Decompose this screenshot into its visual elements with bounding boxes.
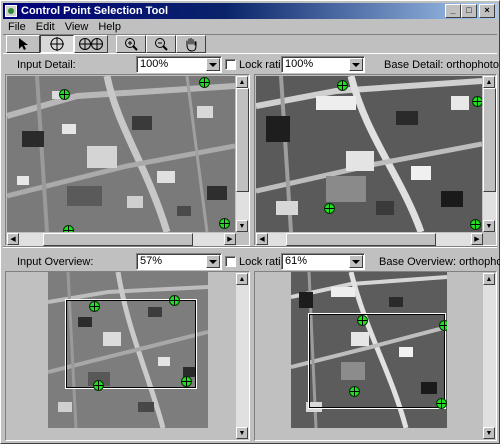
base-overview-label: Base Overview: orthophoto (379, 256, 500, 268)
detail-region-rectangle[interactable] (308, 313, 446, 409)
scroll-left-button[interactable]: ◀ (256, 233, 268, 245)
scroll-up-button[interactable]: ▲ (236, 76, 248, 88)
scrollbar-thumb[interactable] (236, 88, 249, 192)
scroll-right-button[interactable]: ▶ (471, 233, 483, 245)
control-point-marker[interactable] (59, 89, 70, 100)
input-detail-zoom-value: 100% (140, 58, 169, 70)
input-overview-label: Input Overview: (17, 256, 94, 268)
close-button[interactable]: × (479, 4, 495, 18)
overview-lock-ratio-checkbox[interactable] (225, 256, 236, 267)
control-point-marker[interactable] (472, 96, 482, 107)
menu-file[interactable]: File (3, 21, 31, 33)
input-detail-label: Input Detail: (17, 59, 76, 71)
input-detail-panel: ▲ ▼ ◀ ▶ (5, 74, 250, 246)
horizontal-scrollbar[interactable]: ◀ ▶ (7, 233, 236, 246)
control-point-marker[interactable] (349, 386, 360, 397)
scroll-down-button[interactable]: ▼ (483, 220, 495, 232)
zoom-out-icon (155, 38, 168, 51)
control-point-marker[interactable] (181, 376, 192, 387)
control-point-marker[interactable] (324, 203, 335, 214)
chevron-down-icon[interactable] (206, 255, 220, 268)
base-overview-image[interactable] (291, 272, 447, 428)
chevron-down-icon[interactable] (349, 58, 363, 71)
base-detail-panel: ▲ ▼ ◀ ▶ (254, 74, 497, 246)
control-point-marker[interactable] (337, 80, 348, 91)
orthophoto-image (256, 76, 482, 232)
select-pointer-tool[interactable] (6, 35, 40, 53)
scrollbar-thumb[interactable] (43, 233, 193, 246)
input-overview-panel: ▲ ▼ (5, 271, 250, 441)
zoom-out-tool[interactable] (146, 35, 176, 53)
scroll-left-button[interactable]: ◀ (7, 233, 19, 245)
base-overview-zoom-select[interactable]: 61% (281, 253, 365, 270)
overview-lock-ratio-label: Lock ratio (239, 256, 287, 268)
detail-lock-ratio-label: Lock ratio (239, 59, 287, 71)
menu-bar: File Edit View Help (3, 19, 126, 35)
control-point-marker[interactable] (199, 77, 210, 88)
input-overview-image[interactable] (48, 272, 208, 428)
menu-help[interactable]: Help (93, 21, 126, 33)
control-point-marker[interactable] (63, 225, 74, 232)
control-point-marker[interactable] (93, 380, 104, 391)
input-detail-zoom-select[interactable]: 100% (136, 56, 222, 73)
minimize-button[interactable]: _ (445, 4, 461, 18)
menu-view[interactable]: View (60, 21, 94, 33)
scroll-up-button[interactable]: ▲ (483, 76, 495, 88)
base-detail-zoom-value: 100% (285, 58, 314, 70)
double-crosshair-icon (79, 38, 103, 50)
control-point-marker[interactable] (219, 218, 230, 229)
pointer-icon (19, 38, 28, 50)
scroll-right-button[interactable]: ▶ (224, 233, 236, 245)
input-detail-image[interactable] (7, 76, 235, 232)
scrollbar-thumb[interactable] (483, 88, 496, 192)
control-point-marker[interactable] (436, 398, 447, 409)
aerial-photo-image (7, 76, 235, 232)
add-pair-tool[interactable] (74, 35, 108, 53)
menu-edit[interactable]: Edit (31, 21, 60, 33)
window-title: Control Point Selection Tool (21, 5, 169, 17)
scroll-down-button[interactable]: ▼ (236, 427, 248, 439)
maximize-button[interactable]: □ (461, 4, 477, 18)
base-detail-label: Base Detail: orthophoto (384, 59, 499, 71)
vertical-scrollbar[interactable]: ▲ ▼ (236, 76, 249, 232)
base-overview-panel: ▲ ▼ (254, 271, 497, 441)
base-detail-zoom-select[interactable]: 100% (281, 56, 365, 73)
control-point-marker[interactable] (357, 315, 368, 326)
vertical-scrollbar[interactable]: ▲ ▼ (483, 273, 496, 439)
vertical-scrollbar[interactable]: ▲ ▼ (483, 76, 496, 232)
scroll-down-button[interactable]: ▼ (236, 220, 248, 232)
crosshair-circle-icon (50, 37, 64, 51)
base-detail-image[interactable] (256, 76, 482, 232)
scroll-up-button[interactable]: ▲ (483, 273, 495, 285)
control-point-window: Control Point Selection Tool _ □ × File … (0, 0, 500, 444)
pane-divider[interactable] (3, 246, 497, 248)
add-point-tool[interactable] (40, 35, 74, 53)
title-bar: Control Point Selection Tool _ □ × (3, 3, 497, 19)
zoom-in-tool[interactable] (116, 35, 146, 53)
horizontal-scrollbar[interactable]: ◀ ▶ (256, 233, 483, 246)
input-overview-zoom-select[interactable]: 57% (136, 253, 222, 270)
control-point-marker[interactable] (439, 320, 447, 331)
scroll-down-button[interactable]: ▼ (483, 427, 495, 439)
chevron-down-icon[interactable] (206, 58, 220, 71)
control-point-marker[interactable] (169, 295, 180, 306)
base-overview-zoom-value: 61% (285, 255, 308, 267)
control-point-marker[interactable] (470, 219, 481, 230)
chevron-down-icon[interactable] (349, 255, 363, 268)
input-overview-zoom-value: 57% (140, 255, 163, 267)
detail-region-rectangle[interactable] (65, 299, 197, 389)
toolbar (3, 34, 497, 54)
hand-icon (186, 37, 197, 52)
scroll-up-button[interactable]: ▲ (236, 273, 248, 285)
zoom-in-icon (125, 38, 138, 51)
app-icon (5, 5, 17, 17)
vertical-scrollbar[interactable]: ▲ ▼ (236, 273, 249, 439)
control-point-marker[interactable] (89, 301, 100, 312)
detail-lock-ratio-checkbox[interactable] (225, 59, 236, 70)
scrollbar-thumb[interactable] (286, 233, 436, 246)
pan-tool[interactable] (176, 35, 206, 53)
